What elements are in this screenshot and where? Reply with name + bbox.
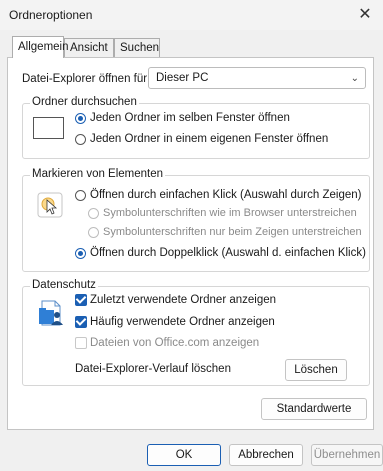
restore-defaults-button[interactable]: Standardwerte [261,398,367,420]
explorer-open-value: Dieser PC [156,72,209,84]
window-icon [33,117,64,139]
radio-new-window[interactable] [75,134,86,145]
group-privacy-title: Datenschutz [30,279,98,291]
radio-double-click[interactable] [75,248,86,259]
explorer-open-label: Datei-Explorer öffnen für: [22,73,151,85]
checkbox-recent-folders[interactable] [75,294,87,306]
group-click-title: Markieren von Elementen [30,168,166,180]
underline-browser-label: Symbolunterschriften wie im Browser unte… [103,207,357,219]
ok-button[interactable]: OK [147,444,221,466]
clear-history-label: Datei-Explorer-Verlauf löschen [75,363,231,375]
underline-hover-label: Symbolunterschriften nur beim Zeigen unt… [103,226,362,238]
frequent-folders-label[interactable]: Häufig verwendete Ordner anzeigen [90,316,275,328]
double-click-label[interactable]: Öffnen durch Doppelklick (Auswahl d. ein… [90,247,366,259]
new-window-label[interactable]: Jeden Ordner in einem eigenen Fenster öf… [90,133,328,145]
clear-history-button[interactable]: Löschen [285,359,347,381]
explorer-open-select[interactable]: Dieser PC ⌄ [148,67,366,89]
radio-underline-hover[interactable] [88,227,99,238]
group-browse-title: Ordner durchsuchen [30,96,139,108]
recent-folders-label[interactable]: Zuletzt verwendete Ordner anzeigen [90,294,276,306]
cancel-button[interactable]: Abbrechen [229,444,303,466]
single-click-label[interactable]: Öffnen durch einfachen Klick (Auswahl du… [90,189,361,201]
chevron-down-icon: ⌄ [350,73,359,84]
apply-button[interactable]: Übernehmen [311,444,383,466]
radio-underline-browser[interactable] [88,208,99,219]
cursor-click-icon [37,192,63,218]
same-window-label[interactable]: Jeden Ordner im selben Fenster öffnen [90,112,290,124]
radio-single-click[interactable] [75,190,86,201]
checkbox-frequent-folders[interactable] [75,316,87,328]
checkbox-office-files[interactable] [75,337,87,349]
privacy-icon [37,298,67,328]
office-files-label: Dateien von Office.com anzeigen [90,337,260,349]
radio-same-window[interactable] [75,113,86,124]
